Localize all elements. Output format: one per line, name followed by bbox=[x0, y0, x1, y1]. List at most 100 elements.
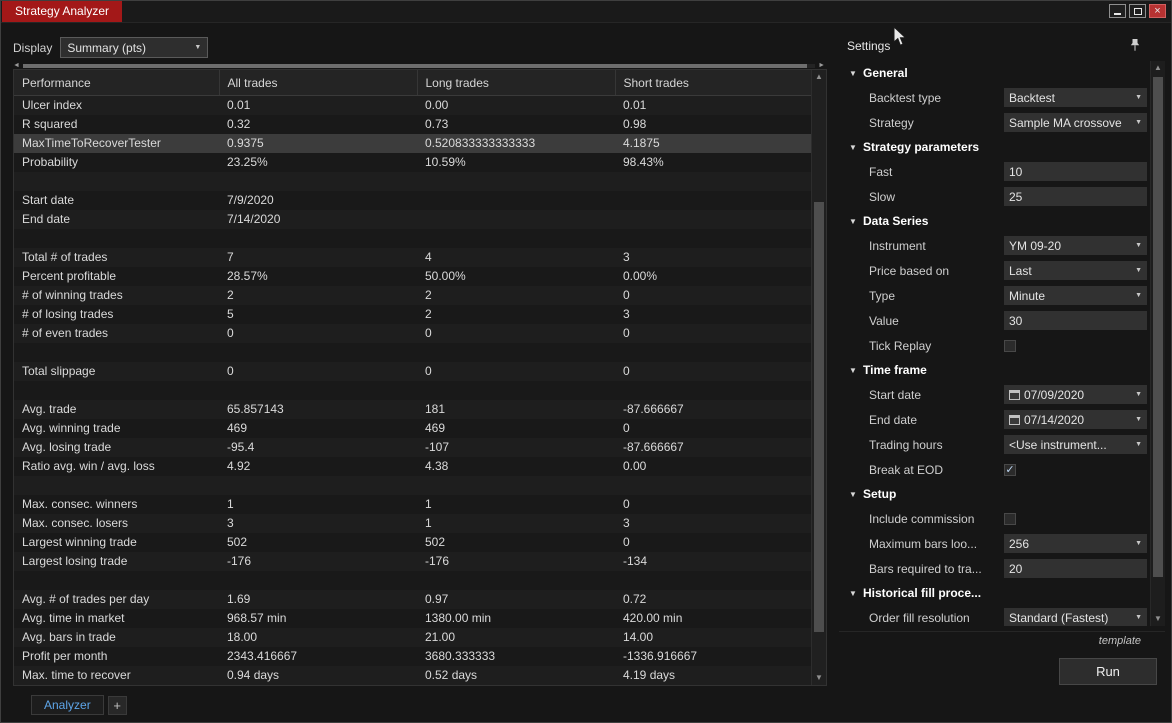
setting-dropdown-instrument[interactable]: YM 09-20 ▼ bbox=[1004, 236, 1147, 255]
table-row-of-even-trades[interactable]: # of even trades 0 0 0 bbox=[14, 324, 812, 343]
metric-value: 0 bbox=[623, 421, 630, 435]
setting-checkbox-include-commission[interactable] bbox=[1004, 512, 1016, 525]
table-vertical-scrollbar[interactable]: ▲ ▼ bbox=[811, 70, 826, 685]
section-expand-icon[interactable]: ▼ bbox=[849, 490, 863, 499]
horizontal-scroll-track[interactable] bbox=[23, 64, 815, 68]
scroll-up-icon[interactable]: ▲ bbox=[812, 70, 826, 84]
setting-dropdown-trading-hours[interactable]: <Use instrument... ▼ bbox=[1004, 435, 1147, 454]
pin-icon[interactable] bbox=[1129, 38, 1141, 52]
table-row-start-date[interactable]: Start date 7/9/2020 bbox=[14, 191, 812, 210]
table-row-max-consec-winners[interactable]: Max. consec. winners 1 1 0 bbox=[14, 495, 812, 514]
column-header-all-trades[interactable]: All trades bbox=[219, 70, 418, 96]
section-label: Time frame bbox=[863, 363, 927, 377]
column-header-long-trades[interactable]: Long trades bbox=[417, 70, 616, 96]
setting-row-order-fill-resolution: Order fill resolution Standard (Fastest) ▼ bbox=[839, 605, 1151, 626]
minimize-button[interactable] bbox=[1109, 4, 1126, 18]
restore-button[interactable] bbox=[1129, 4, 1146, 18]
table-row-largest-losing-trade[interactable]: Largest losing trade -176 -176 -134 bbox=[14, 552, 812, 571]
vertical-scroll-thumb[interactable] bbox=[814, 202, 824, 632]
table-row-max-time-to-recover[interactable]: Max. time to recover 0.94 days 0.52 days 4.… bbox=[14, 666, 812, 685]
close-button[interactable]: × bbox=[1149, 4, 1166, 18]
run-button[interactable]: Run bbox=[1059, 658, 1157, 685]
setting-control-slot: 07/09/2020 ▼ bbox=[1004, 385, 1151, 404]
setting-control-slot: 10 bbox=[1004, 162, 1151, 181]
table-row-r-squared[interactable]: R squared 0.32 0.73 0.98 bbox=[14, 115, 812, 134]
section-expand-icon[interactable]: ▼ bbox=[849, 217, 863, 226]
tab-analyzer[interactable]: Analyzer bbox=[31, 695, 104, 715]
scroll-up-icon[interactable]: ▲ bbox=[1151, 61, 1165, 75]
table-row-of-losing-trades[interactable]: # of losing trades 5 2 3 bbox=[14, 305, 812, 324]
setting-dropdown-backtest-type[interactable]: Backtest ▼ bbox=[1004, 88, 1147, 107]
table-row-spacer[interactable] bbox=[14, 172, 812, 191]
metric-value: 4.92 bbox=[227, 459, 251, 473]
table-row-spacer[interactable] bbox=[14, 571, 812, 590]
table-row-ulcer-index[interactable]: Ulcer index 0.01 0.00 0.01 bbox=[14, 95, 812, 115]
section-expand-icon[interactable]: ▼ bbox=[849, 589, 863, 598]
table-row-spacer[interactable] bbox=[14, 476, 812, 495]
setting-value: 07/09/2020 bbox=[1024, 387, 1085, 402]
scroll-down-icon[interactable]: ▼ bbox=[812, 671, 826, 685]
table-row-maxtimetorecovertester[interactable]: MaxTimeToRecoverTester 0.9375 0.5208333333… bbox=[14, 134, 812, 153]
table-row-avg-losing-trade[interactable]: Avg. losing trade -95.4 -107 -87.666667 bbox=[14, 438, 812, 457]
setting-label: Tick Replay bbox=[869, 338, 932, 353]
setting-checkbox-tick-replay[interactable] bbox=[1004, 339, 1016, 352]
settings-section-strategy-parameters[interactable]: ▼ Strategy parameters bbox=[839, 135, 1151, 159]
setting-date-start-date[interactable]: 07/09/2020 ▼ bbox=[1004, 385, 1147, 404]
metric-value: 2343.416667 bbox=[227, 649, 298, 663]
setting-dropdown-strategy[interactable]: Sample MA crossove ▼ bbox=[1004, 113, 1147, 132]
settings-section-time-frame[interactable]: ▼ Time frame bbox=[839, 358, 1151, 382]
setting-label: Break at EOD bbox=[869, 462, 944, 477]
table-row-avg-bars-in-trade[interactable]: Avg. bars in trade 18.00 21.00 14.00 bbox=[14, 628, 812, 647]
metric-label: Percent profitable bbox=[22, 269, 117, 283]
display-dropdown[interactable]: Summary (pts) ▼ bbox=[60, 37, 209, 58]
table-row-spacer[interactable] bbox=[14, 381, 812, 400]
table-row-spacer[interactable] bbox=[14, 343, 812, 362]
table-row-probability[interactable]: Probability 23.25% 10.59% 98.43% bbox=[14, 153, 812, 172]
table-row-avg-winning-trade[interactable]: Avg. winning trade 469 469 0 bbox=[14, 419, 812, 438]
section-expand-icon[interactable]: ▼ bbox=[849, 69, 863, 78]
strategy-analyzer-window: Strategy Analyzer × Display Summary (pts… bbox=[0, 0, 1172, 723]
horizontal-scroll-thumb[interactable] bbox=[23, 64, 808, 68]
settings-section-data-series[interactable]: ▼ Data Series bbox=[839, 209, 1151, 233]
setting-input-bars-required-to-tra[interactable]: 20 bbox=[1004, 559, 1147, 578]
metric-value bbox=[615, 191, 812, 210]
setting-dropdown-type[interactable]: Minute ▼ bbox=[1004, 286, 1147, 305]
metric-value: 0 bbox=[623, 364, 630, 378]
scroll-down-icon[interactable]: ▼ bbox=[1151, 612, 1165, 626]
settings-section-general[interactable]: ▼ General bbox=[839, 61, 1151, 85]
setting-dropdown-order-fill-resolution[interactable]: Standard (Fastest) ▼ bbox=[1004, 608, 1147, 626]
metric-label: Start date bbox=[22, 193, 75, 207]
table-row-of-winning-trades[interactable]: # of winning trades 2 2 0 bbox=[14, 286, 812, 305]
table-row-percent-profitable[interactable]: Percent profitable 28.57% 50.00% 0.00% bbox=[14, 267, 812, 286]
add-tab-button[interactable]: + bbox=[107, 695, 127, 715]
setting-checkbox-break-at-eod[interactable]: ✓ bbox=[1004, 463, 1016, 476]
settings-scrollbar[interactable]: ▲ ▼ bbox=[1150, 61, 1165, 626]
column-header-performance[interactable]: Performance bbox=[14, 70, 220, 96]
template-link[interactable]: template bbox=[1099, 635, 1141, 647]
setting-dropdown-maximum-bars-loo[interactable]: 256 ▼ bbox=[1004, 534, 1147, 553]
settings-section-setup[interactable]: ▼ Setup bbox=[839, 482, 1151, 506]
table-row-max-consec-losers[interactable]: Max. consec. losers 3 1 3 bbox=[14, 514, 812, 533]
table-row-avg-trade[interactable]: Avg. trade 65.857143 181 -87.666667 bbox=[14, 400, 812, 419]
table-row-ratio-avg-win-avg-loss[interactable]: Ratio avg. win / avg. loss 4.92 4.38 0.00 bbox=[14, 457, 812, 476]
column-header-short-trades[interactable]: Short trades bbox=[615, 70, 812, 96]
section-expand-icon[interactable]: ▼ bbox=[849, 366, 863, 375]
table-row-largest-winning-trade[interactable]: Largest winning trade 502 502 0 bbox=[14, 533, 812, 552]
setting-dropdown-price-based-on[interactable]: Last ▼ bbox=[1004, 261, 1147, 280]
setting-input-value[interactable]: 30 bbox=[1004, 311, 1147, 330]
setting-input-slow[interactable]: 25 bbox=[1004, 187, 1147, 206]
table-row-total-of-trades[interactable]: Total # of trades 7 4 3 bbox=[14, 248, 812, 267]
table-row-total-slippage[interactable]: Total slippage 0 0 0 bbox=[14, 362, 812, 381]
setting-date-end-date[interactable]: 07/14/2020 ▼ bbox=[1004, 410, 1147, 429]
setting-input-fast[interactable]: 10 bbox=[1004, 162, 1147, 181]
settings-section-historical-fill-proce[interactable]: ▼ Historical fill proce... bbox=[839, 581, 1151, 605]
table-row-spacer[interactable] bbox=[14, 229, 812, 248]
metric-value bbox=[417, 172, 615, 191]
table-row-end-date[interactable]: End date 7/14/2020 bbox=[14, 210, 812, 229]
table-row-avg-of-trades-per-day[interactable]: Avg. # of trades per day 1.69 0.97 0.72 bbox=[14, 590, 812, 609]
table-row-profit-per-month[interactable]: Profit per month 2343.416667 3680.333333 -1… bbox=[14, 647, 812, 666]
metric-value: 0 bbox=[227, 326, 234, 340]
settings-scroll-thumb[interactable] bbox=[1153, 77, 1163, 577]
table-row-avg-time-in-market[interactable]: Avg. time in market 968.57 min 1380.00 min… bbox=[14, 609, 812, 628]
section-expand-icon[interactable]: ▼ bbox=[849, 143, 863, 152]
